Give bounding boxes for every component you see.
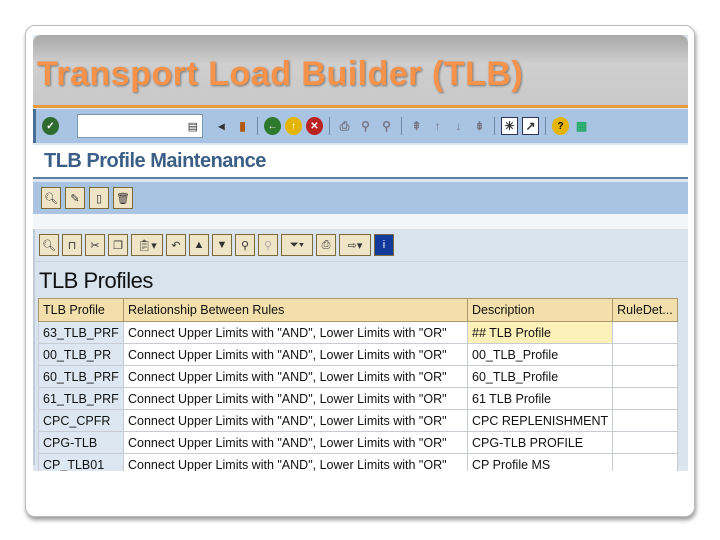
separator [257,117,258,135]
cell-rule[interactable] [612,431,679,454]
sort-ascending-icon[interactable]: ▲ [189,234,209,256]
help-icon[interactable]: ? [552,117,569,135]
enter-check-icon[interactable]: ✓ [42,117,59,135]
new-session-icon[interactable]: ✳ [501,117,518,135]
column-header-relationship[interactable]: Relationship Between Rules [123,298,468,322]
cell-desc[interactable]: CP Profile MS [466,453,614,471]
separator [401,117,402,135]
cell-profile[interactable]: CPG-TLB [38,431,124,454]
cell-desc[interactable]: ## TLB Profile [466,321,614,344]
cell-rel[interactable]: Connect Upper Limits with "AND", Lower L… [123,387,468,410]
shortcut-icon[interactable]: ↗ [522,117,539,135]
application-toolbar: 🔍︎ ✎ ▯ 🗑︎ [33,182,688,214]
cell-rel[interactable]: Connect Upper Limits with "AND", Lower L… [123,343,468,366]
display-icon[interactable]: 🔍︎ [41,187,61,209]
back-icon[interactable]: ← [264,117,281,135]
cell-rel[interactable]: Connect Upper Limits with "AND", Lower L… [123,321,468,344]
export-icon[interactable]: ⇨▾ [339,234,371,256]
cell-desc[interactable]: 00_TLB_Profile [466,343,614,366]
table-row[interactable]: 63_TLB_PRF Connect Upper Limits with "AND… [38,321,679,344]
cell-rel[interactable]: Connect Upper Limits with "AND", Lower L… [123,431,468,454]
divider [33,105,688,108]
find-next-icon[interactable]: ⚲ [378,117,395,135]
paste-icon[interactable]: 📋︎▾ [131,234,163,256]
table-row[interactable]: CP_TLB01 Connect Upper Limits with "AND",… [38,453,679,471]
cell-profile[interactable]: CP_TLB01 [38,453,124,471]
table-row[interactable]: 61_TLB_PRF Connect Upper Limits with "AND… [38,387,679,410]
title-band: Transport Load Builder (TLB) [33,35,688,107]
cell-rule[interactable] [612,387,679,410]
table-row[interactable]: CPC_CPFR Connect Upper Limits with "AND",… [38,409,679,432]
separator [329,117,330,135]
cell-rule[interactable] [612,453,679,471]
dropdown-icon[interactable]: ▤ [188,120,198,133]
copy-icon[interactable]: ❐ [108,234,128,256]
separator [545,117,546,135]
save-icon[interactable]: ▮ [234,117,251,135]
cell-rel[interactable]: Connect Upper Limits with "AND", Lower L… [123,453,468,471]
cut-icon[interactable]: ✂ [85,234,105,256]
info-icon[interactable]: i [374,234,394,256]
undo-icon[interactable]: ↶ [166,234,186,256]
create-icon[interactable]: ▯ [89,187,109,209]
first-page-icon[interactable]: ⇞ [408,117,425,135]
column-header-ruledet[interactable]: RuleDet... [612,298,679,322]
cell-profile[interactable]: 00_TLB_PR [38,343,124,366]
details-icon[interactable]: 🔍︎ [39,234,59,256]
sap-screenshot: Transport Load Builder (TLB) ✓ ▤ ◂ ▮ ← ↑… [33,35,688,471]
spacer [33,214,688,229]
cell-profile[interactable]: CPC_CPFR [38,409,124,432]
cell-rel[interactable]: Connect Upper Limits with "AND", Lower L… [123,365,468,388]
cell-desc[interactable]: 60_TLB_Profile [466,365,614,388]
cell-desc[interactable]: 61 TLB Profile [466,387,614,410]
cell-rule[interactable] [612,409,679,432]
system-toolbar: ✓ ▤ ◂ ▮ ← ↑ ✕ ⎙ ⚲ ⚲ ⇞ ↑ ↓ ⇟ ✳ ↗ ? ▦ [33,109,688,143]
delete-icon[interactable]: 🗑︎ [113,187,133,209]
layout-menu-icon[interactable]: ▦ [573,117,590,135]
column-header-description[interactable]: Description [466,298,614,322]
grid-title: TLB Profiles [39,268,153,293]
cell-profile[interactable]: 63_TLB_PRF [38,321,124,344]
slide-title: Transport Load Builder (TLB) [37,55,524,93]
print-icon[interactable]: ⎙ [316,234,336,256]
sort-descending-icon[interactable]: ▼ [212,234,232,256]
profiles-table: TLB Profile Relationship Between Rules D… [38,298,679,471]
cell-rel[interactable]: Connect Upper Limits with "AND", Lower L… [123,409,468,432]
cell-desc[interactable]: CPG-TLB PROFILE [466,431,614,454]
find-icon[interactable]: ⚲ [357,117,374,135]
table-row[interactable]: 00_TLB_PR Connect Upper Limits with "AND"… [38,343,679,366]
cell-rule[interactable] [612,343,679,366]
change-icon[interactable]: ✎ [65,187,85,209]
collapse-icon[interactable]: ◂ [213,117,230,135]
prev-page-icon[interactable]: ↑ [429,117,446,135]
find-icon[interactable]: ⚲ [235,234,255,256]
exit-icon[interactable]: ↑ [285,117,302,135]
grid-toolbar: 🔍︎ ⊓ ✂ ❐ 📋︎▾ ↶ ▲ ▼ ⚲ ⚲ ⏷▾ ⎙ ⇨▾ i [35,229,688,262]
cell-rule[interactable] [612,365,679,388]
find-next-icon[interactable]: ⚲ [258,234,278,256]
table-row[interactable]: 60_TLB_PRF Connect Upper Limits with "AND… [38,365,679,388]
separator [494,117,495,135]
cancel-icon[interactable]: ✕ [306,117,323,135]
alv-grid: 🔍︎ ⊓ ✂ ❐ 📋︎▾ ↶ ▲ ▼ ⚲ ⚲ ⏷▾ ⎙ ⇨▾ i TLB Pro… [33,229,688,471]
filter-icon[interactable]: ⏷▾ [281,234,313,256]
column-header-profile[interactable]: TLB Profile [38,298,124,322]
hierarchy-icon[interactable]: ⊓ [62,234,82,256]
last-page-icon[interactable]: ⇟ [471,117,488,135]
table-row[interactable]: CPG-TLB Connect Upper Limits with "AND", … [38,431,679,454]
screen-title: TLB Profile Maintenance [33,145,688,179]
command-field[interactable]: ▤ [77,114,203,138]
cell-profile[interactable]: 61_TLB_PRF [38,387,124,410]
cell-profile[interactable]: 60_TLB_PRF [38,365,124,388]
cell-desc[interactable]: CPC REPLENISHMENT [466,409,614,432]
cell-rule[interactable] [612,321,679,344]
next-page-icon[interactable]: ↓ [450,117,467,135]
print-icon[interactable]: ⎙ [336,117,353,135]
